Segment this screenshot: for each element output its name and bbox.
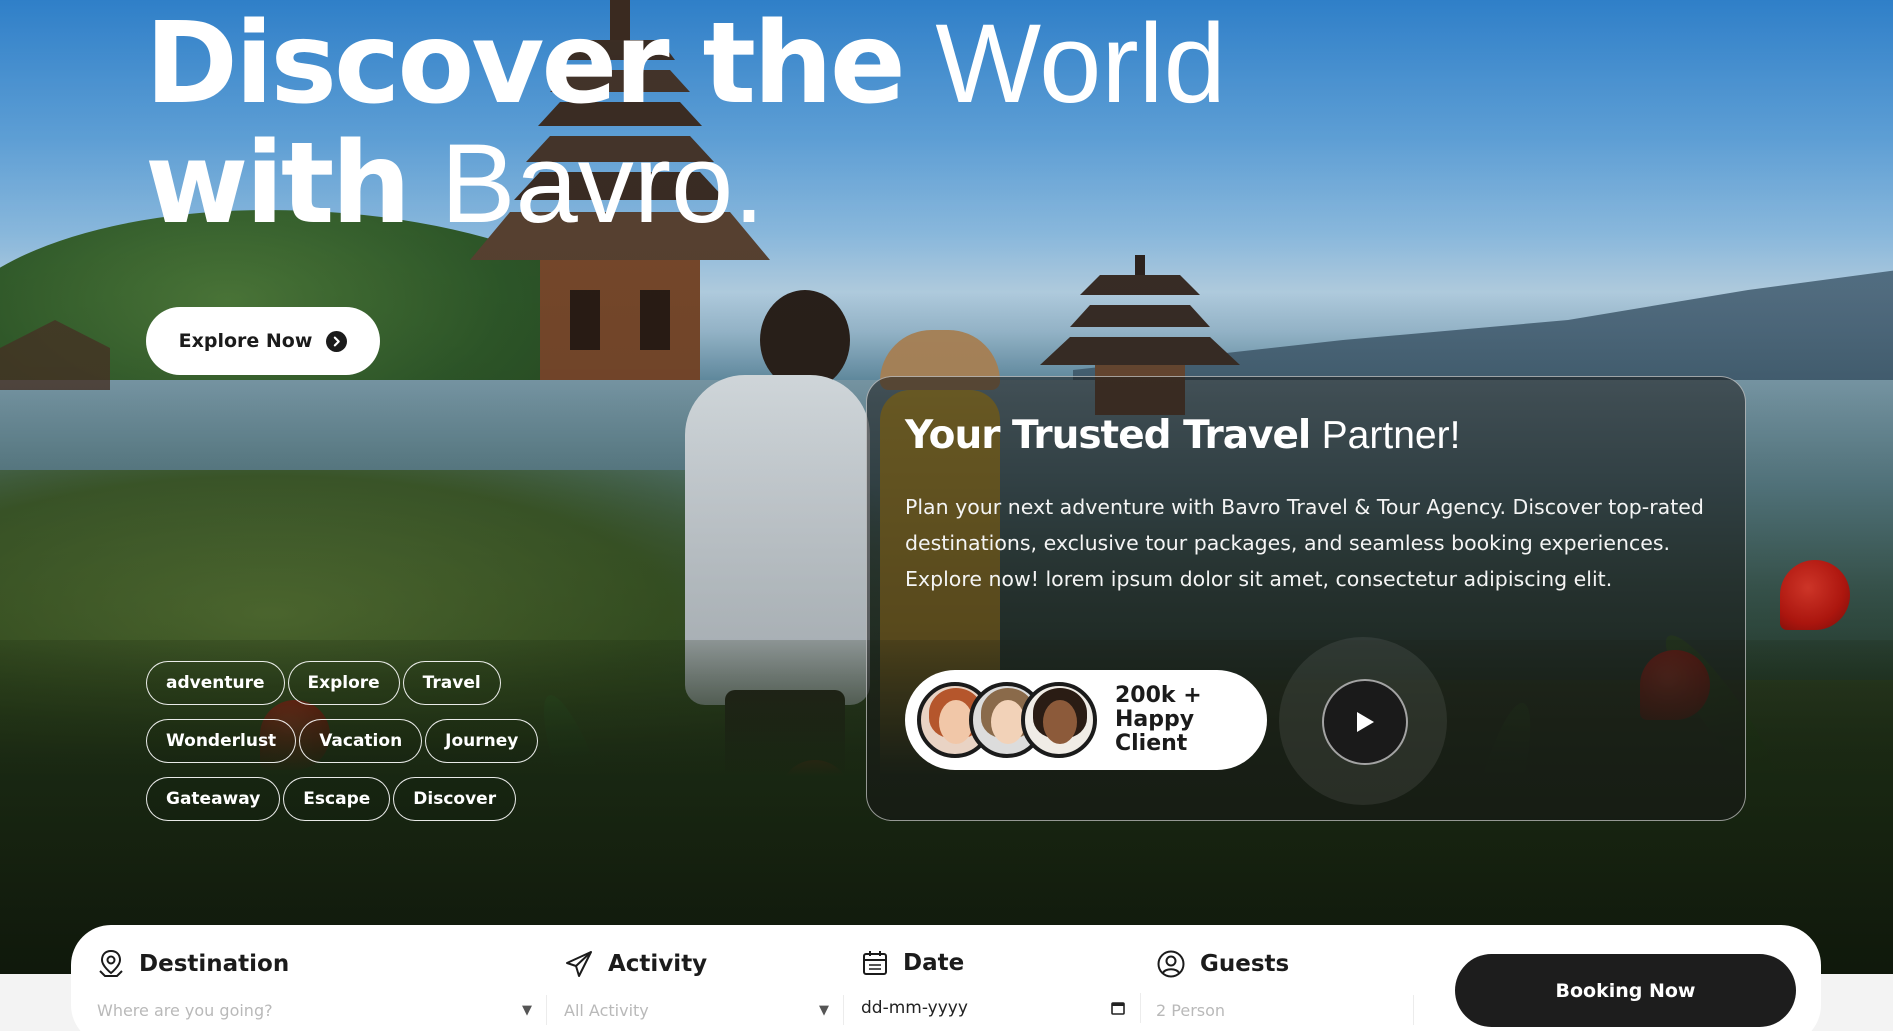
date-head: Date (861, 949, 1141, 977)
tag-row: Wonderlust Vacation Journey (146, 719, 539, 763)
explore-now-label: Explore Now (178, 330, 313, 352)
avatar (1021, 682, 1097, 758)
destination-select[interactable]: Where are you going? ▼ (97, 995, 547, 1025)
avatar-stack (917, 682, 1097, 758)
destination-head: Destination (97, 949, 547, 979)
booking-bar: Destination Where are you going? ▼ Activ… (71, 925, 1821, 1031)
activity-placeholder: All Activity (564, 1000, 649, 1020)
tag-journey[interactable]: Journey (425, 719, 539, 763)
booking-now-button[interactable]: Booking Now (1455, 954, 1796, 1027)
activity-head: Activity (564, 949, 844, 979)
tag-row: Gateaway Escape Discover (146, 777, 526, 821)
guests-head: Guests (1156, 949, 1414, 979)
guests-input[interactable]: 2 Person (1156, 995, 1414, 1025)
card-title: Your Trusted Travel Partner! (905, 413, 1460, 458)
tag-discover[interactable]: Discover (393, 777, 517, 821)
chevron-down-icon: ▼ (522, 1002, 532, 1018)
tag-escape[interactable]: Escape (283, 777, 391, 821)
tag-vacation[interactable]: Vacation (299, 719, 423, 763)
card-title-bold: Your Trusted Travel (905, 413, 1311, 458)
headline-line-2: with Bavro. (145, 121, 1226, 246)
date-field: Date dd-mm-yyyy (861, 949, 1141, 1023)
tag-travel[interactable]: Travel (402, 661, 501, 705)
hero-headline: Discover the World with Bavro. (145, 1, 1226, 246)
card-title-thin: Partner! (1321, 414, 1461, 457)
calendar-picker-icon[interactable] (1110, 1000, 1126, 1016)
card-description: Plan your next adventure with Bavro Trav… (905, 495, 1704, 591)
map-pin-icon (99, 949, 123, 977)
calendar-icon (863, 951, 887, 975)
paper-plane-icon (566, 951, 592, 977)
destination-field: Destination Where are you going? ▼ (97, 949, 547, 1025)
clients-label: Happy Client (1115, 707, 1195, 756)
happy-clients-badge: 200k + Happy Client (905, 670, 1267, 770)
clients-text: 200k + Happy Client (1115, 684, 1267, 756)
trusted-partner-card: Your Trusted Travel Partner! Plan your n… (866, 376, 1746, 821)
tag-explore[interactable]: Explore (287, 661, 400, 705)
headline-thin-1: World (935, 1, 1226, 126)
destination-placeholder: Where are you going? (97, 1000, 273, 1020)
tag-adventure[interactable]: adventure (146, 661, 285, 705)
play-icon (1357, 712, 1374, 732)
date-input[interactable]: dd-mm-yyyy (861, 993, 1141, 1023)
activity-label: Activity (608, 951, 708, 977)
date-label: Date (903, 950, 965, 976)
date-value: dd-mm-yyyy (861, 998, 968, 1018)
destination-label: Destination (139, 951, 290, 977)
tag-gateaway[interactable]: Gateaway (146, 777, 281, 821)
tag-row: adventure Explore Travel (146, 661, 526, 705)
activity-field: Activity All Activity ▼ (564, 949, 844, 1025)
clients-count: 200k + (1115, 683, 1202, 708)
guests-field: Guests 2 Person (1156, 949, 1414, 1025)
arrow-right-circle-icon (326, 330, 348, 352)
play-video-button[interactable] (1322, 679, 1408, 765)
headline-bold-2: with (145, 119, 411, 249)
explore-now-button[interactable]: Explore Now (146, 307, 380, 375)
headline-thin-2: Bavro. (440, 121, 765, 246)
headline-line-1: Discover the World (145, 1, 1226, 126)
user-circle-icon (1157, 950, 1185, 978)
tag-cloud: adventure Explore Travel Wonderlust Vaca… (146, 661, 539, 835)
guests-label: Guests (1200, 951, 1290, 977)
chevron-down-icon: ▼ (819, 1002, 829, 1018)
guests-placeholder: 2 Person (1156, 1000, 1226, 1020)
headline-bold-1: Discover the (145, 0, 906, 129)
tag-wonderlust[interactable]: Wonderlust (146, 719, 297, 763)
activity-select[interactable]: All Activity ▼ (564, 995, 844, 1025)
